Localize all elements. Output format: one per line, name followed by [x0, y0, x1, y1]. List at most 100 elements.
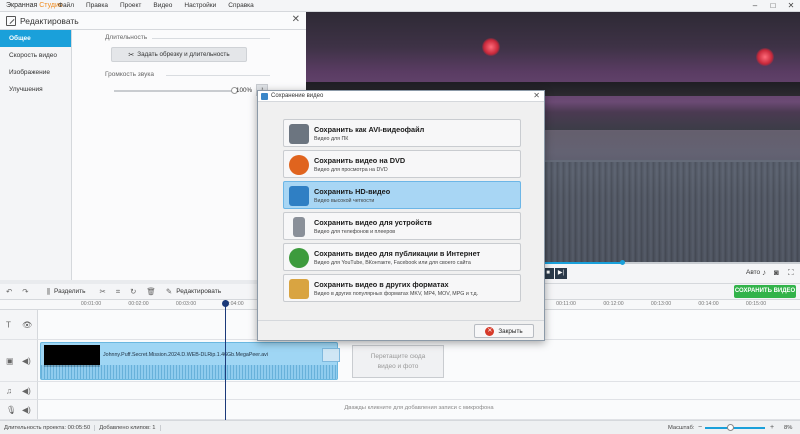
edit-panel-header: Редактировать ✕ — [0, 12, 306, 30]
quality-auto-label[interactable]: Авто — [746, 269, 760, 276]
dialog-close-icon[interactable]: ✕ — [533, 91, 540, 100]
clip-filename: Johnny.Puff.Secret.Mission.2024.D.WEB-DL… — [103, 352, 268, 358]
option-devices[interactable]: Сохранить видео для устройств Видео для … — [283, 212, 521, 240]
window-controls: – □ ✕ — [746, 0, 800, 12]
menu-bar: Файл Правка Проект Видео Настройки Справ… — [52, 2, 260, 9]
option-title: Сохранить видео для устройств — [314, 218, 432, 227]
menu-project[interactable]: Проект — [114, 2, 147, 9]
trim-duration-button[interactable]: ✂ Задать обрезку и длительность — [111, 47, 247, 62]
menu-edit[interactable]: Правка — [80, 2, 114, 9]
zoom-label: Масштаб: — [668, 425, 695, 431]
music-volume-icon[interactable]: ◀) — [22, 386, 31, 395]
eye-icon[interactable]: 👁 — [22, 320, 32, 329]
minimize-icon[interactable]: – — [746, 0, 764, 12]
ruler-tick: 00:02:00 — [128, 301, 149, 307]
zoom-slider[interactable] — [705, 427, 765, 429]
option-other-formats[interactable]: Сохранить видео в других форматах Видео … — [283, 274, 521, 302]
dialog-footer: ✕ Закрыть — [258, 320, 544, 340]
next-frame-button[interactable]: ▶| — [555, 268, 567, 279]
nav-video-speed[interactable]: Скорость видео — [0, 47, 71, 64]
maximize-icon[interactable]: □ — [764, 0, 782, 12]
project-duration: Длительность проекта: 00:05:50 — [0, 424, 96, 431]
clip-end-thumbnail — [322, 348, 340, 362]
preview-scene-light — [482, 38, 500, 56]
fullscreen-icon[interactable]: ⛶ — [788, 268, 794, 278]
option-title: Сохранить видео в других форматах — [314, 280, 449, 289]
app-name-part1: Экранная — [6, 2, 40, 9]
redo-icon[interactable]: ↷ — [22, 287, 28, 296]
cut-icon[interactable]: ✂ — [100, 287, 106, 296]
option-subtitle: Видео для просмотра на DVD — [314, 167, 388, 173]
playhead[interactable] — [225, 300, 226, 420]
save-video-dialog: Сохранение видео ✕ Сохранить как AVI-вид… — [257, 90, 545, 341]
zoom-slider-knob[interactable] — [727, 424, 734, 431]
option-internet[interactable]: Сохранить видео для публикации в Интерне… — [283, 243, 521, 271]
split-button[interactable]: Разделить — [54, 288, 85, 295]
status-bar: Длительность проекта: 00:05:50 Добавлено… — [0, 420, 800, 434]
volume-slider[interactable] — [114, 87, 238, 94]
option-subtitle: Видео для ПК — [314, 136, 349, 142]
edit-button[interactable]: Редактировать — [176, 288, 221, 295]
clips-count: Добавлено клипов: 1 — [95, 424, 161, 431]
option-title: Сохранить HD-видео — [314, 187, 391, 196]
close-button[interactable]: ✕ Закрыть — [474, 324, 534, 338]
option-avi[interactable]: Сохранить как AVI-видеофайл Видео для ПК — [283, 119, 521, 147]
text-track-header: T 👁 — [0, 310, 38, 340]
text-track-icon: T — [6, 320, 11, 329]
menu-file[interactable]: Файл — [52, 2, 80, 9]
media-drop-zone[interactable]: Перетащите сюда видео и фото — [352, 345, 444, 378]
playback-progress-knob[interactable] — [620, 260, 626, 265]
ruler-spacer — [0, 300, 38, 310]
film-reel-icon — [289, 124, 309, 144]
option-subtitle: Видео для телефонов и плееров — [314, 229, 396, 235]
formats-box-icon — [289, 279, 309, 299]
dialog-app-icon — [261, 93, 268, 100]
option-hd[interactable]: Сохранить HD-видео Видео высокой четкост… — [283, 181, 521, 209]
menu-settings[interactable]: Настройки — [178, 2, 222, 9]
ruler-tick: 00:01:00 — [80, 301, 102, 307]
crop-icon[interactable]: ⌗ — [116, 287, 120, 297]
clip-thumbnail — [44, 345, 100, 367]
option-title: Сохранить видео для публикации в Интерне… — [314, 249, 481, 258]
dialog-title: Сохранение видео — [271, 93, 324, 99]
music-track[interactable] — [38, 382, 800, 400]
edit-side-nav: Общее Скорость видео Изображение Улучшен… — [0, 30, 72, 280]
rotate-icon[interactable]: ↻ — [130, 287, 136, 296]
zoom-out-icon[interactable]: − — [698, 424, 702, 431]
mic-volume-icon[interactable]: ◀) — [22, 405, 31, 414]
snapshot-icon[interactable]: ◙ — [774, 268, 779, 277]
zoom-in-icon[interactable]: + — [770, 424, 774, 431]
volume-icon[interactable]: ♪ — [762, 268, 766, 277]
ruler-tick: 00:14:00 — [698, 301, 719, 307]
delete-icon[interactable]: 🗑 — [146, 287, 156, 296]
undo-icon[interactable]: ↶ — [6, 287, 12, 296]
nav-enhancements[interactable]: Улучшения — [0, 81, 71, 98]
playhead-knob[interactable] — [222, 300, 229, 307]
nav-general[interactable]: Общее — [0, 30, 71, 47]
trim-duration-label: Задать обрезку и длительность — [137, 51, 230, 58]
option-title: Сохранить как AVI-видеофайл — [314, 125, 425, 134]
menu-help[interactable]: Справка — [222, 2, 260, 9]
video-clip[interactable]: Johnny.Puff.Secret.Mission.2024.D.WEB-DL… — [40, 342, 338, 380]
microphone-icon: 🎙 — [6, 405, 17, 414]
edit-icon[interactable]: ✎ — [166, 287, 172, 296]
volume-value: 100% — [236, 87, 253, 94]
track-volume-icon[interactable]: ◀) — [22, 356, 31, 365]
option-dvd[interactable]: Сохранить видео на DVD Видео для просмот… — [283, 150, 521, 178]
menu-video[interactable]: Видео — [147, 2, 178, 9]
save-video-button[interactable]: СОХРАНИТЬ ВИДЕО — [734, 285, 796, 298]
edit-icon — [6, 15, 16, 26]
split-icon[interactable]: ⫼ — [47, 287, 50, 297]
mic-track[interactable]: Дважды кликните для добавления записи с … — [38, 400, 800, 420]
drop-zone-line2: видео и фото — [377, 363, 419, 370]
mic-track-header: 🎙 ◀) — [0, 400, 38, 420]
zoom-value: 8% — [784, 425, 793, 431]
globe-icon — [289, 248, 309, 268]
clip-audio-waveform — [41, 365, 337, 379]
ruler-tick: 00:12:00 — [603, 301, 624, 307]
edit-panel-close-icon[interactable]: ✕ — [292, 14, 300, 25]
nav-image[interactable]: Изображение — [0, 64, 71, 81]
volume-label: Громкость звука — [105, 71, 154, 78]
close-window-icon[interactable]: ✕ — [782, 0, 800, 12]
title-bar: Экранная Студия Файл Правка Проект Видео… — [0, 0, 800, 12]
